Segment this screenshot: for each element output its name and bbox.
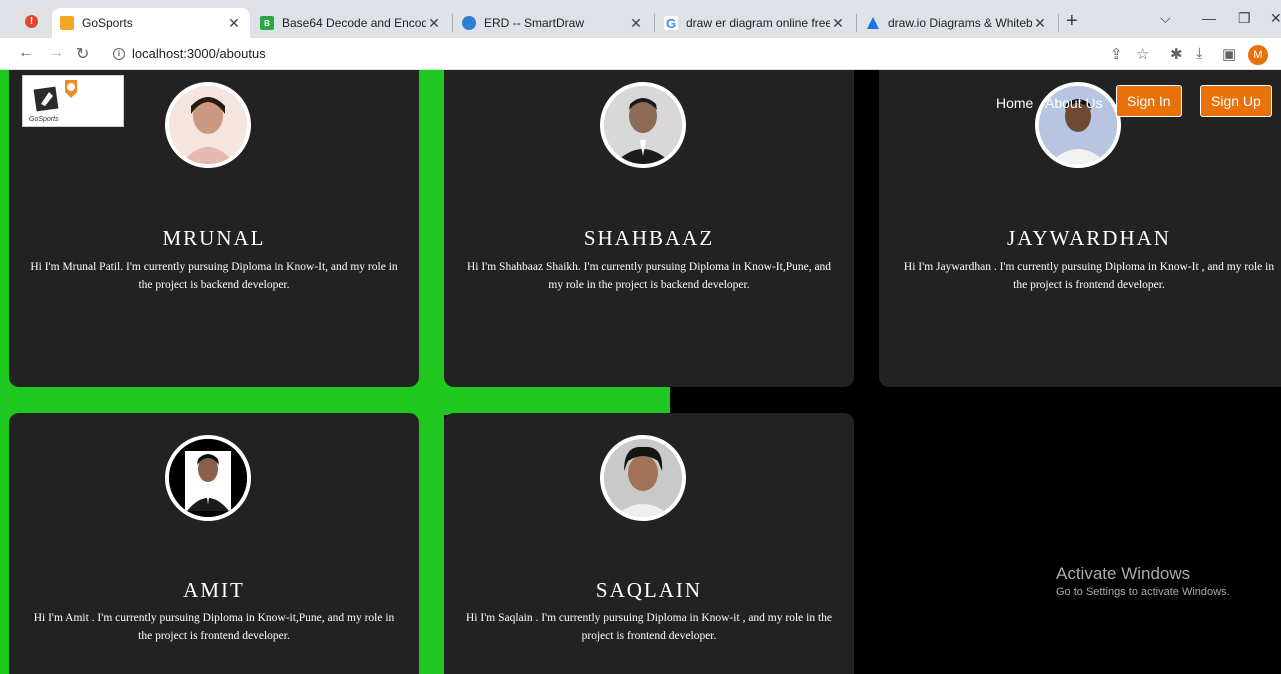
tab-title: Base64 Decode and Encode - Onl (282, 16, 426, 30)
restore-icon[interactable]: ❐ (1238, 10, 1251, 27)
team-member-name: SHAHBAAZ (583, 226, 715, 250)
drawio-favicon-icon (866, 16, 880, 30)
activate-windows-watermark: Activate Windows Go to Settings to activ… (1056, 564, 1230, 598)
team-member-photo (165, 82, 251, 168)
close-tab-icon[interactable]: ✕ (830, 15, 846, 32)
new-tab-icon[interactable]: + (1066, 10, 1078, 33)
watermark-title: Activate Windows (1056, 564, 1191, 583)
team-member-bio: Hi I'm Shahbaaz Shaikh. I'm currently pu… (466, 261, 832, 291)
close-tab-icon[interactable]: ✕ (628, 15, 644, 32)
forward-icon[interactable]: → (48, 44, 64, 62)
tab-drawio[interactable]: draw.io Diagrams & Whiteboards ✕ (858, 8, 1056, 38)
team-member-bio: Hi I'm Amit . I'm currently pursuing Dip… (33, 612, 395, 642)
browser-tab-bar: ! GoSports ✕ B Base64 Decode and Encode … (0, 0, 1281, 38)
bookmark-star-icon[interactable]: ☆ (1136, 45, 1149, 63)
site-info-icon[interactable]: i (113, 48, 125, 60)
nav-about-link[interactable]: About Us (1045, 95, 1103, 111)
side-panel-icon[interactable]: ▣ (1222, 45, 1236, 63)
reload-icon[interactable]: ↻ (76, 44, 89, 64)
team-member-bio: Hi I'm Jaywardhan . I'm currently pursui… (903, 261, 1275, 291)
close-window-icon[interactable]: ✕ (1270, 10, 1281, 27)
team-member-photo (600, 435, 686, 521)
url-field[interactable]: localhost:3000/aboutus (132, 46, 266, 61)
team-member-name: AMIT (183, 578, 245, 602)
team-member-bio: Hi I'm Mrunal Patil. I'm currently pursu… (30, 261, 398, 291)
smartdraw-favicon-icon (462, 16, 476, 30)
share-icon[interactable]: ⇪ (1110, 45, 1123, 63)
gosports-favicon-icon (60, 16, 74, 30)
sign-in-button[interactable]: Sign In (1116, 85, 1182, 117)
team-member-name: JAYWARDHAN (1007, 226, 1171, 250)
team-member-photo (165, 435, 251, 521)
logo-text: GoSports (29, 116, 59, 123)
team-member-name: SAQLAIN (595, 578, 703, 602)
tab-title: GoSports (82, 16, 133, 30)
tab-title: ERD -- SmartDraw (484, 16, 585, 30)
google-favicon-icon: G (664, 15, 678, 31)
tab-google-search[interactable]: G draw er diagram online free - Go ✕ (656, 8, 854, 38)
base64-favicon-icon: B (260, 16, 274, 30)
extensions-icon[interactable]: ✱ (1170, 45, 1183, 63)
download-icon[interactable]: ⤓ (1196, 45, 1203, 62)
close-tab-icon[interactable]: ✕ (226, 15, 242, 32)
about-us-page: MRUNAL Hi I'm Mrunal Patil. I'm currentl… (0, 70, 1281, 674)
tab-title: draw.io Diagrams & Whiteboards (888, 16, 1032, 30)
close-tab-icon[interactable]: ✕ (426, 15, 442, 32)
nav-home-link[interactable]: Home (996, 95, 1033, 111)
tab-gosports[interactable]: GoSports ✕ (52, 8, 250, 38)
tab-divider (452, 14, 453, 32)
team-member-photo (600, 82, 686, 168)
browser-address-bar: ← → ↻ i localhost:3000/aboutus ⇪ ☆ ✱ ⤓ ▣ (0, 38, 1281, 70)
team-member-name: MRUNAL (162, 226, 266, 250)
tab-divider (1058, 14, 1059, 32)
back-icon[interactable]: ← (18, 44, 34, 62)
tab-divider (654, 14, 655, 32)
gosports-logo-icon (33, 80, 77, 112)
team-card: JAYWARDHAN Hi I'm Jaywardhan . I'm curre… (879, 70, 1281, 387)
tab-smartdraw[interactable]: ERD -- SmartDraw ✕ (454, 8, 652, 38)
tab-title: draw er diagram online free - Go (686, 16, 830, 30)
recording-indicator-icon: ! (25, 15, 38, 28)
sign-up-button[interactable]: Sign Up (1200, 85, 1272, 117)
minimize-icon[interactable]: — (1202, 10, 1216, 26)
team-card: SAQLAIN Hi I'm Saqlain . I'm currently p… (444, 413, 854, 674)
watermark-subtitle: Go to Settings to activate Windows. (1056, 586, 1230, 598)
team-card: SHAHBAAZ Hi I'm Shahbaaz Shaikh. I'm cur… (444, 70, 854, 387)
team-card: AMIT Hi I'm Amit . I'm currently pursuin… (9, 413, 419, 674)
gosports-logo[interactable]: GoSports (22, 75, 124, 127)
tab-search-chevron-icon[interactable]: ⌵ (1160, 10, 1171, 27)
tab-divider (856, 14, 857, 32)
profile-avatar[interactable]: M (1248, 45, 1268, 65)
team-member-bio: Hi I'm Saqlain . I'm currently pursuing … (465, 612, 832, 642)
close-tab-icon[interactable]: ✕ (1032, 15, 1048, 32)
tab-base64[interactable]: B Base64 Decode and Encode - Onl ✕ (252, 8, 450, 38)
